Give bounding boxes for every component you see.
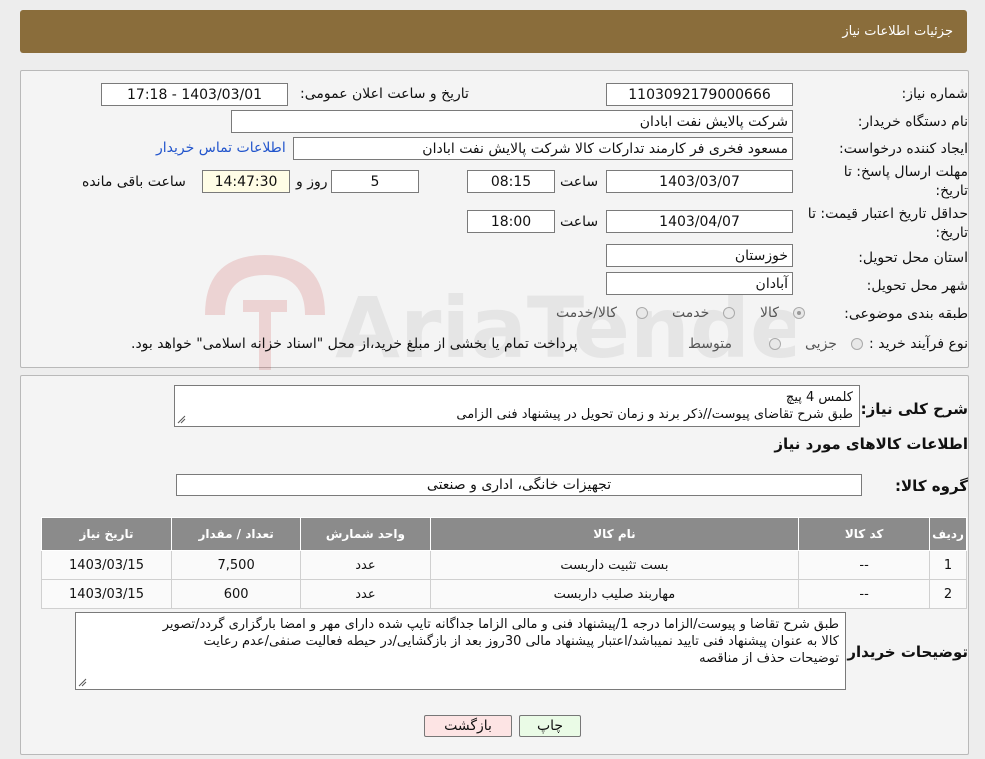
deadline-label-line1: مهلت ارسال پاسخ: تا <box>843 164 968 180</box>
summary-line-1: کلمس 4 پیچ <box>785 390 853 405</box>
remaining-time-label: ساعت باقی مانده <box>82 174 186 190</box>
notes-line-2: کالا به عنوان پیشنهاد فنی تایید نمیباشد/… <box>203 634 839 649</box>
cell-date: 1403/03/15 <box>41 579 172 609</box>
table-header-row: ردیف کد کالا نام کالا واحد شمارش تعداد /… <box>41 517 967 551</box>
col-unit: واحد شمارش <box>300 517 431 551</box>
cell-code: -- <box>798 550 931 580</box>
category-service-label: خدمت <box>672 305 710 321</box>
validity-label-line1: حداقل تاریخ اعتبار قیمت: تا <box>807 206 968 222</box>
validity-time-field: 18:00 <box>467 210 555 233</box>
deadline-time-field: 08:15 <box>467 170 555 193</box>
page-header: جزئیات اطلاعات نیاز <box>20 10 967 53</box>
validity-label-line2: تاریخ: <box>935 225 968 241</box>
buyer-notes-textarea[interactable]: طبق شرح تقاضا و پیوست/الزاما درجه 1/پیشن… <box>75 612 846 690</box>
items-heading: اطلاعات کالاهای مورد نیاز <box>774 435 968 453</box>
announce-field: 1403/03/01 - 17:18 <box>101 83 288 106</box>
notes-line-1: طبق شرح تقاضا و پیوست/الزاما درجه 1/پیشن… <box>162 617 839 632</box>
province-label: استان محل تحویل: <box>858 250 968 266</box>
purchase-medium-label: متوسط <box>688 336 732 352</box>
purchase-medium-radio[interactable] <box>769 338 781 350</box>
need-number-field: 1103092179000666 <box>606 83 793 106</box>
print-button[interactable]: چاپ <box>519 715 581 737</box>
validity-date-field: 1403/04/07 <box>606 210 793 233</box>
cell-qty: 7,500 <box>170 550 302 580</box>
col-qty: تعداد / مقدار <box>170 517 302 551</box>
deadline-label-line2: تاریخ: <box>935 183 968 199</box>
cell-name: بست تثبیت داربست <box>429 550 800 580</box>
cell-date: 1403/03/15 <box>41 550 172 580</box>
need-number-label: شماره نیاز: <box>901 86 969 102</box>
province-field: خوزستان <box>606 244 793 267</box>
items-table: ردیف کد کالا نام کالا واحد شمارش تعداد /… <box>41 517 967 609</box>
days-remaining-field: 5 <box>331 170 419 193</box>
col-name: نام کالا <box>429 517 800 551</box>
purchase-note: پرداخت تمام یا بخشی از مبلغ خرید،از محل … <box>131 336 578 352</box>
resize-grip-icon[interactable] <box>177 415 186 424</box>
cell-name: مهاربند صلیب داربست <box>429 579 800 609</box>
page-title: جزئیات اطلاعات نیاز <box>842 24 953 39</box>
resize-grip-icon[interactable] <box>78 678 87 687</box>
creator-label: ایجاد کننده درخواست: <box>839 141 968 157</box>
category-goods-radio[interactable] <box>793 307 805 319</box>
deadline-time-label: ساعت <box>560 174 599 190</box>
table-row[interactable]: 1 -- بست تثبیت داربست عدد 7,500 1403/03/… <box>41 550 967 580</box>
validity-time-label: ساعت <box>560 214 599 230</box>
summary-label: شرح کلی نیاز: <box>860 400 968 418</box>
deadline-date-field: 1403/03/07 <box>606 170 793 193</box>
category-service-radio[interactable] <box>723 307 735 319</box>
cell-code: -- <box>798 579 931 609</box>
category-label: طبقه بندی موضوعی: <box>844 306 968 322</box>
summary-textarea[interactable]: کلمس 4 پیچ طبق شرح تقاضای پیوست//ذکر برن… <box>174 385 860 427</box>
announce-label: تاریخ و ساعت اعلان عمومی: <box>300 86 469 102</box>
cell-row: 1 <box>929 550 967 580</box>
city-field: آبادان <box>606 272 793 295</box>
purchase-minor-label: جزیی <box>805 336 837 352</box>
buyer-field: شرکت پالایش نفت ابادان <box>231 110 793 133</box>
cell-unit: عدد <box>300 550 431 580</box>
buyer-notes-label: توضیحات خریدار: <box>841 643 968 661</box>
city-label: شهر محل تحویل: <box>866 278 968 294</box>
cell-qty: 600 <box>170 579 302 609</box>
remaining-time-field: 14:47:30 <box>202 170 290 193</box>
purchase-type-label: نوع فرآیند خرید : <box>869 336 968 352</box>
col-date: تاریخ نیاز <box>41 517 172 551</box>
col-row: ردیف <box>929 517 967 551</box>
group-label: گروه کالا: <box>895 477 968 495</box>
notes-line-3: توضیحات حذف از مناقصه <box>699 651 839 666</box>
table-row[interactable]: 2 -- مهاربند صلیب داربست عدد 600 1403/03… <box>41 579 967 609</box>
purchase-minor-radio[interactable] <box>851 338 863 350</box>
col-code: کد کالا <box>798 517 931 551</box>
summary-line-2: طبق شرح تقاضای پیوست//ذکر برند و زمان تح… <box>456 407 853 422</box>
back-button[interactable]: بازگشت <box>424 715 512 737</box>
cell-row: 2 <box>929 579 967 609</box>
buyer-label: نام دستگاه خریدار: <box>857 114 968 130</box>
group-field: تجهیزات خانگی، اداری و صنعتی <box>176 474 862 496</box>
category-both-radio[interactable] <box>636 307 648 319</box>
cell-unit: عدد <box>300 579 431 609</box>
category-goods-label: کالا <box>760 305 779 321</box>
buyer-contact-link[interactable]: اطلاعات تماس خریدار <box>156 140 286 156</box>
category-both-label: کالا/خدمت <box>556 305 617 321</box>
creator-field: مسعود فخری فر کارمند تدارکات کالا شرکت پ… <box>293 137 793 160</box>
days-label: روز و <box>296 174 328 190</box>
